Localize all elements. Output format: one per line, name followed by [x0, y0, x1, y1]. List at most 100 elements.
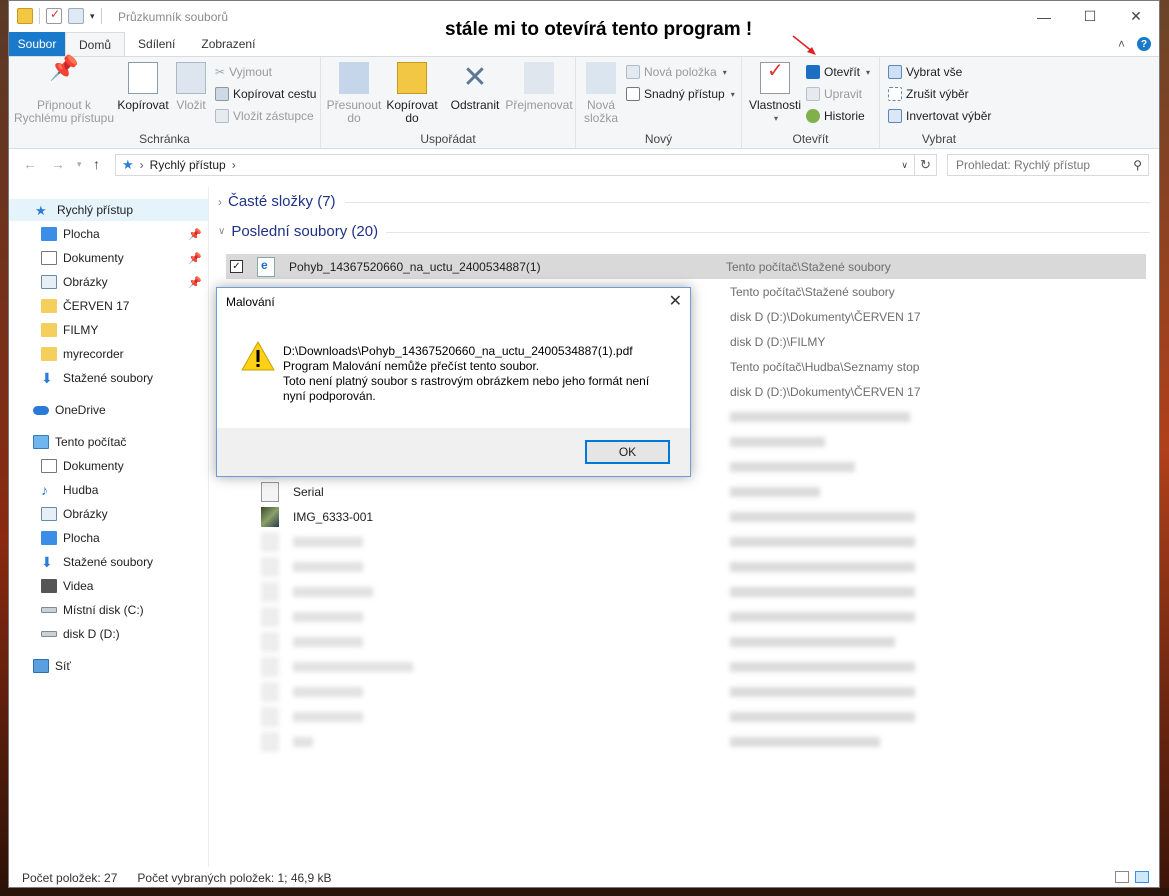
nav-pc-desktop[interactable]: Plocha: [9, 527, 208, 549]
nav-folder-cerven[interactable]: ČERVEN 17: [9, 295, 208, 317]
ok-button[interactable]: OK: [585, 440, 670, 464]
new-folder-button[interactable]: Nová složka: [580, 62, 622, 125]
list-item[interactable]: [226, 604, 1146, 629]
nav-folder-filmy[interactable]: FILMY: [9, 319, 208, 341]
nav-local-disk-c[interactable]: Místní disk (C:): [9, 599, 208, 621]
move-to-icon: [339, 62, 369, 94]
select-all-button[interactable]: Vybrat vše: [888, 65, 962, 79]
nav-music[interactable]: ♪ Hudba: [9, 479, 208, 501]
pin-icon: 📌: [188, 276, 202, 289]
nav-documents[interactable]: Dokumenty 📌: [9, 247, 208, 269]
selection-checkbox[interactable]: ✓: [230, 260, 243, 273]
open-button[interactable]: Otevřít ▾: [806, 65, 870, 79]
new-item-button[interactable]: Nová položka ▾: [626, 65, 727, 79]
nav-pictures[interactable]: Obrázky 📌: [9, 271, 208, 293]
maximize-button[interactable]: ☐: [1067, 1, 1113, 32]
nav-this-pc[interactable]: Tento počítač: [9, 431, 208, 453]
invert-selection-button[interactable]: Invertovat výběr: [888, 109, 991, 123]
close-button[interactable]: ✕: [1113, 1, 1159, 32]
pin-quick-access-button[interactable]: 📌 Připnout k Rychlému přístupu: [13, 57, 115, 125]
tab-share[interactable]: Sdílení: [125, 32, 188, 56]
cut-button[interactable]: ✂ Vyjmout: [215, 65, 272, 79]
copy-icon: [128, 62, 158, 94]
nav-onedrive[interactable]: OneDrive: [9, 399, 208, 421]
file-name: [293, 586, 373, 597]
nav-pc-pictures[interactable]: Obrázky: [9, 503, 208, 525]
folder-icon: [41, 299, 57, 313]
copy-path-button[interactable]: Kopírovat cestu: [215, 87, 316, 101]
documents-icon: [41, 251, 57, 265]
large-icons-view-icon[interactable]: [1135, 871, 1149, 883]
list-item[interactable]: [226, 529, 1146, 554]
copy-to-button[interactable]: Kopírovat do: [383, 62, 441, 125]
new-folder-big-icon: [586, 62, 616, 94]
nav-videos[interactable]: Videa: [9, 575, 208, 597]
back-arrow-icon[interactable]: ←: [23, 156, 37, 172]
nav-downloads[interactable]: ⬇ Stažené soubory: [9, 367, 208, 389]
open-edge-icon: [806, 65, 820, 79]
nav-folder-myrecorder[interactable]: myrecorder: [9, 343, 208, 365]
details-view-icon[interactable]: [1115, 871, 1129, 883]
list-item[interactable]: [226, 629, 1146, 654]
list-item[interactable]: [226, 704, 1146, 729]
rename-button[interactable]: Přejmenovat: [505, 62, 573, 112]
search-icon: ⚲: [1133, 158, 1142, 172]
nav-quick-access[interactable]: ★ Rychlý přístup: [9, 199, 208, 221]
nav-disk-d[interactable]: disk D (D:): [9, 623, 208, 645]
list-item[interactable]: [226, 579, 1146, 604]
search-input[interactable]: Prohledat: Rychlý přístup ⚲: [947, 154, 1149, 176]
tab-file[interactable]: Soubor: [9, 32, 65, 56]
file-location: [730, 711, 915, 722]
list-item[interactable]: Serial: [226, 479, 1146, 504]
section-frequent-folders[interactable]: › Časté složky (7): [218, 193, 336, 210]
download-arrow-icon: ⬇: [41, 554, 53, 570]
easy-access-button[interactable]: Snadný přístup ▾: [626, 87, 735, 101]
nav-pc-documents[interactable]: Dokumenty: [9, 455, 208, 477]
paste-button[interactable]: Vložit: [171, 62, 211, 112]
copy-button[interactable]: Kopírovat: [115, 62, 171, 112]
customize-toolbar-icon[interactable]: ▾: [90, 11, 95, 22]
paste-shortcut-button[interactable]: Vložit zástupce: [215, 109, 314, 123]
address-bar[interactable]: ★ › Rychlý přístup › ∨: [115, 154, 915, 176]
list-item[interactable]: [226, 654, 1146, 679]
tab-view[interactable]: Zobrazení: [188, 32, 268, 56]
dialog-close-button[interactable]: ✕: [669, 291, 682, 311]
address-dropdown-icon[interactable]: ∨: [901, 160, 908, 171]
delete-button[interactable]: ✕ Odstranit: [447, 62, 503, 112]
up-arrow-icon[interactable]: ↑: [93, 156, 100, 172]
recent-locations-icon[interactable]: ▾: [77, 159, 82, 170]
forward-arrow-icon[interactable]: →: [51, 156, 65, 172]
move-to-button[interactable]: Přesunout do: [325, 62, 383, 125]
refresh-icon[interactable]: ↻: [915, 154, 937, 176]
nav-desktop[interactable]: Plocha 📌: [9, 223, 208, 245]
list-item[interactable]: [226, 554, 1146, 579]
list-item[interactable]: ✓ e Pohyb_14367520660_na_uctu_2400534887…: [226, 254, 1146, 279]
collapse-ribbon-icon[interactable]: ˄: [1118, 37, 1125, 51]
new-folder-label: Nová složka: [583, 98, 618, 125]
list-item[interactable]: [226, 679, 1146, 704]
new-item-label: Nová položka: [644, 65, 717, 79]
file-name: [293, 536, 363, 547]
nav-pc-downloads[interactable]: ⬇ Stažené soubory: [9, 551, 208, 573]
tab-home[interactable]: Domů: [65, 32, 126, 56]
properties-button[interactable]: ✓ Vlastnosti ▾: [746, 61, 804, 125]
properties-check-icon[interactable]: ✓: [46, 7, 62, 24]
history-button[interactable]: Historie: [806, 109, 865, 123]
dialog-message: D:\Downloads\Pohyb_14367520660_na_uctu_2…: [283, 344, 663, 404]
help-icon[interactable]: ?: [1137, 37, 1151, 51]
edit-button[interactable]: Upravit: [806, 87, 862, 101]
list-item[interactable]: [226, 729, 1146, 754]
properties-label: Vlastnosti: [748, 98, 802, 112]
nav-label: ČERVEN 17: [63, 299, 130, 313]
text-file-icon: [261, 481, 279, 502]
file-name: [293, 686, 363, 697]
list-item[interactable]: IMG_6333-001: [226, 504, 1146, 529]
minimize-button[interactable]: —: [1021, 1, 1067, 32]
history-icon: [806, 109, 820, 123]
nav-network[interactable]: Síť: [9, 655, 208, 677]
select-none-button[interactable]: Zrušit výběr: [888, 87, 969, 101]
breadcrumb-quick-access[interactable]: Rychlý přístup: [150, 158, 226, 172]
section-divider: [345, 202, 1150, 203]
section-recent-files[interactable]: ∨ Poslední soubory (20): [218, 223, 378, 240]
new-folder-icon[interactable]: [68, 8, 84, 24]
